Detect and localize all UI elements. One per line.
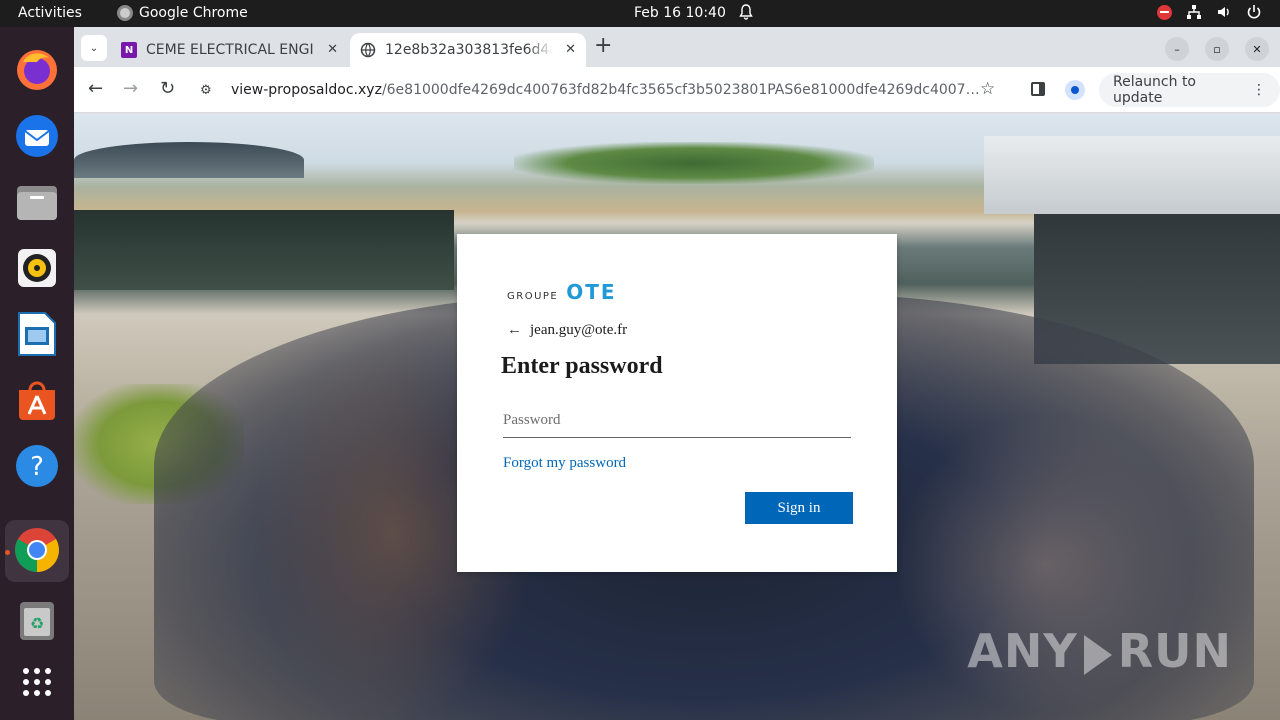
volume-icon — [1218, 7, 1229, 17]
identity-banner[interactable]: ← jean.guy@ote.fr — [507, 322, 627, 339]
tab-ceme[interactable]: N CEME ELECTRICAL ENGINEERING ✕ — [111, 33, 348, 67]
sign-in-button[interactable]: Sign in — [745, 492, 853, 524]
background-building — [984, 136, 1280, 214]
page-viewport: GROUPE OTE ← jean.guy@ote.fr Enter passw… — [74, 114, 1280, 720]
firefox-icon[interactable] — [14, 47, 60, 93]
login-card: GROUPE OTE ← jean.guy@ote.fr Enter passw… — [457, 234, 897, 572]
power-icon — [1247, 5, 1261, 19]
back-icon[interactable]: ← — [88, 79, 103, 99]
chrome-icon — [117, 5, 133, 21]
reload-icon[interactable]: ↻ — [160, 79, 175, 99]
maximize-button[interactable]: ▫ — [1205, 37, 1229, 61]
anyrun-watermark: ANY RUN — [967, 624, 1232, 678]
rhythmbox-icon[interactable] — [14, 245, 60, 291]
tab-strip: ⌄ N CEME ELECTRICAL ENGINEERING ✕ 12e8b3… — [74, 27, 1280, 67]
page-title: Enter password — [501, 353, 663, 379]
play-icon — [1083, 634, 1112, 675]
app-name-label: Google Chrome — [139, 5, 248, 21]
profile-avatar-icon[interactable] — [1065, 80, 1085, 100]
tab-title: CEME ELECTRICAL ENGINEERING — [146, 42, 314, 58]
bookmark-star-icon[interactable]: ☆ — [980, 79, 995, 99]
logo-name: OTE — [566, 280, 617, 304]
thunderbird-icon[interactable] — [14, 113, 60, 159]
help-icon[interactable]: ? — [14, 443, 60, 489]
logo-prefix: GROUPE — [507, 291, 559, 302]
relaunch-to-update-button[interactable]: Relaunch to update ⋮ — [1099, 73, 1280, 107]
tab-active-page[interactable]: 12e8b32a303813fe6d4a1 ✕ — [350, 33, 586, 67]
app-menu[interactable]: Google Chrome — [117, 5, 248, 21]
bell-icon[interactable] — [739, 4, 753, 20]
browser-toolbar: ← → ↻ ⚙ view-proposaldoc.xyz/6e81000dfe4… — [74, 67, 1280, 113]
background-glass-facade — [74, 210, 454, 290]
libreoffice-impress-icon[interactable] — [14, 311, 60, 357]
url-path: /6e81000dfe4269dc400763fd82b4fc3565cf3b5… — [381, 82, 982, 98]
password-input[interactable] — [503, 404, 851, 438]
account-email: jean.guy@ote.fr — [530, 322, 628, 338]
activities-button[interactable]: Activities — [18, 5, 82, 21]
running-indicator — [5, 550, 10, 555]
svg-text:?: ? — [30, 452, 44, 482]
show-apps-icon[interactable] — [14, 659, 60, 705]
dock: ? ♻ — [0, 27, 74, 720]
close-tab-icon[interactable]: ✕ — [327, 42, 338, 57]
chevron-down-icon: ⌄ — [89, 42, 99, 54]
back-arrow-icon[interactable]: ← — [507, 322, 522, 339]
app-center-icon[interactable] — [14, 377, 60, 423]
stop-recording-icon[interactable] — [1157, 4, 1172, 20]
background-trees — [514, 142, 874, 184]
tab-title: 12e8b32a303813fe6d4a1 — [385, 42, 553, 58]
onenote-icon: N — [121, 42, 137, 58]
site-info-icon[interactable]: ⚙ — [200, 83, 216, 98]
company-logo: GROUPE OTE — [507, 280, 617, 304]
url-domain: view-proposaldoc.xyz — [231, 82, 382, 98]
background-roof — [74, 142, 304, 178]
svg-text:♻: ♻ — [30, 614, 44, 633]
relaunch-label: Relaunch to update — [1113, 74, 1197, 106]
clock[interactable]: Feb 16 10:40 — [634, 5, 726, 21]
system-tray[interactable] — [1157, 4, 1262, 20]
address-bar[interactable]: ⚙ view-proposaldoc.xyz/6e81000dfe4269dc4… — [192, 73, 992, 107]
network-icon — [1187, 5, 1201, 19]
side-panel-icon[interactable] — [1031, 82, 1045, 96]
trash-icon[interactable]: ♻ — [14, 597, 60, 643]
system-top-bar: Activities Google Chrome Feb 16 10:40 — [0, 0, 1280, 27]
forward-icon[interactable]: → — [123, 79, 138, 99]
kebab-menu-icon: ⋮ — [1252, 82, 1266, 98]
new-tab-button[interactable]: + — [594, 35, 612, 57]
forgot-password-link[interactable]: Forgot my password — [503, 455, 626, 472]
chrome-icon[interactable] — [14, 527, 60, 573]
tab-search-button[interactable]: ⌄ — [81, 35, 107, 61]
minimize-button[interactable]: – — [1165, 37, 1189, 61]
close-window-button[interactable]: ✕ — [1245, 37, 1269, 61]
globe-icon — [360, 42, 376, 58]
files-icon[interactable] — [14, 179, 60, 225]
browser-window: ⌄ N CEME ELECTRICAL ENGINEERING ✕ 12e8b3… — [74, 27, 1280, 720]
close-tab-icon[interactable]: ✕ — [565, 42, 576, 57]
